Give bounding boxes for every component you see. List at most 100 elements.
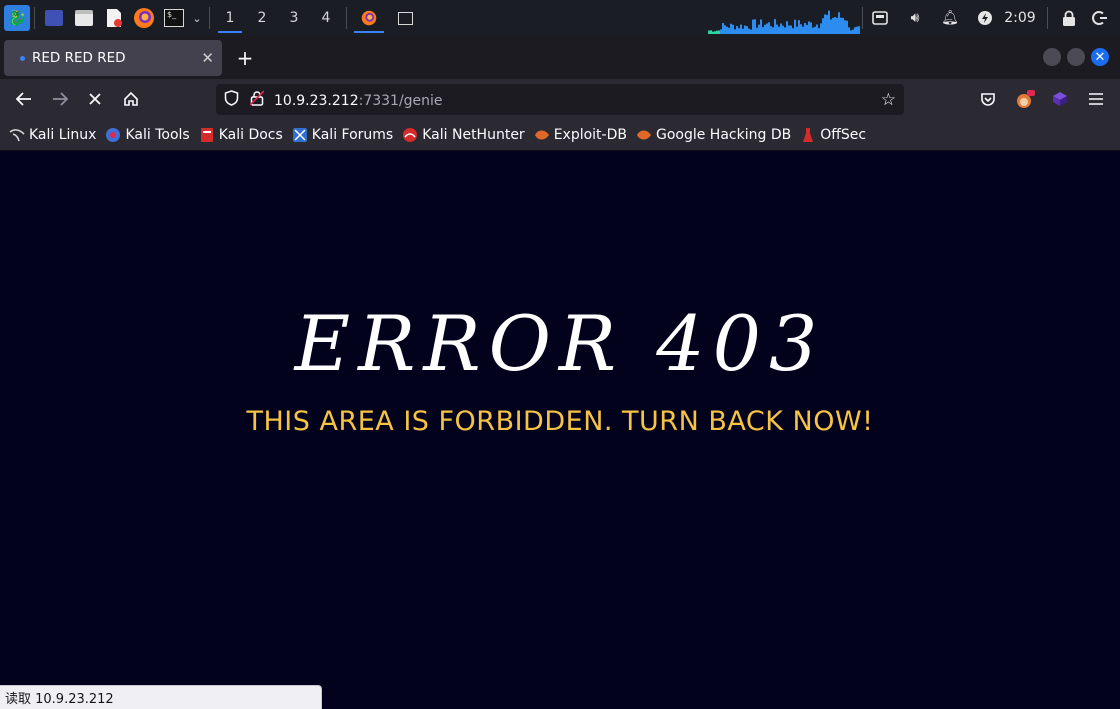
chevron-down-icon[interactable]: ⌄ (189, 0, 205, 36)
stop-loading-button[interactable] (80, 84, 110, 114)
cpu-graph-bar (848, 27, 850, 34)
cpu-graph-bar (814, 26, 816, 34)
kali-nethunter-icon (402, 127, 418, 143)
bookmark-kali-docs[interactable]: Kali Docs (199, 127, 283, 143)
workspace-1[interactable]: 1 (214, 0, 246, 36)
cpu-graph-bar (792, 28, 794, 34)
cpu-graph-bar (722, 22, 724, 34)
cpu-graph-bar (800, 24, 802, 34)
close-window-button[interactable]: ✕ (1091, 48, 1109, 66)
file-manager-icon[interactable] (69, 0, 99, 36)
logout-icon[interactable] (1088, 0, 1112, 36)
lock-screen-icon[interactable] (1057, 0, 1081, 36)
workspace-2[interactable]: 2 (246, 0, 278, 36)
volume-icon[interactable]: 🔊︎ (903, 0, 927, 36)
cpu-graph-bar (844, 20, 846, 34)
cpu-graph-bar (822, 18, 824, 34)
cpu-graph-bar (728, 27, 730, 34)
cpu-graph-bar (770, 26, 772, 34)
cpu-graph-bar (762, 27, 764, 34)
workspace-label: 2 (257, 10, 267, 26)
workspace-label: 1 (225, 10, 235, 26)
firefox-launcher-icon[interactable] (129, 0, 159, 36)
bookmark-kali-forums[interactable]: Kali Forums (292, 127, 393, 143)
cpu-graph-bar (824, 14, 826, 34)
cpu-graph-bar (840, 17, 842, 34)
cpu-graph-bar (758, 24, 760, 34)
browser-tab[interactable]: RED RED RED ✕ (4, 40, 222, 76)
bookmark-kali-linux[interactable]: Kali Linux (9, 127, 96, 143)
cpu-graph-bar (812, 27, 814, 34)
text-editor-icon[interactable] (99, 0, 129, 36)
kali-menu-icon[interactable]: 🐉 (4, 5, 30, 31)
status-bar: 读取 10.9.23.212 (0, 685, 322, 709)
notifications-icon[interactable]: 🔔︎ (938, 0, 962, 36)
terminal-icon (397, 11, 413, 25)
workspace-4[interactable]: 4 (310, 0, 342, 36)
workspace-3[interactable]: 3 (278, 0, 310, 36)
cpu-graph-bar (714, 31, 716, 34)
show-desktop-icon[interactable] (39, 0, 69, 36)
power-manager-icon[interactable] (973, 0, 997, 36)
cpu-graph-bar (718, 30, 720, 34)
cpu-graph-bar (828, 10, 830, 34)
bookmark-label: Kali Linux (29, 127, 97, 143)
offsec-icon (800, 127, 816, 143)
cpu-graph-bar (744, 25, 746, 34)
firefox-window-button[interactable] (351, 0, 387, 36)
bookmark-offsec[interactable]: OffSec (800, 127, 866, 143)
insecure-connection-lock-icon[interactable] (249, 89, 266, 110)
minimize-window-button[interactable] (1043, 48, 1061, 66)
cpu-graph-bar (756, 27, 758, 34)
maximize-window-button[interactable] (1067, 48, 1085, 66)
cpu-graph-bar (856, 26, 858, 34)
network-icon[interactable] (868, 0, 892, 36)
url-bar[interactable]: 10.9.23.212:7331/genie ☆ (216, 84, 904, 115)
foxyproxy-extension-icon[interactable] (1010, 84, 1040, 114)
cpu-graph-bar (804, 22, 806, 34)
cpu-graph-bar (732, 24, 734, 34)
url-text[interactable]: 10.9.23.212:7331/genie (274, 90, 443, 109)
extension-cube-icon[interactable] (1045, 84, 1075, 114)
clock-time: 2:09 (1004, 10, 1036, 26)
cpu-graph-bar (826, 14, 828, 34)
cpu-graph-bar (834, 17, 836, 34)
workspace-label: 3 (289, 10, 299, 26)
bookmark-label: Kali Tools (125, 127, 190, 143)
pocket-icon[interactable] (973, 84, 1003, 114)
cpu-graph-bar (820, 23, 822, 34)
cpu-graph-bar (784, 27, 786, 34)
cpu-graph-bar (858, 26, 860, 34)
page-content: ERROR 403 THIS AREA IS FORBIDDEN. TURN B… (0, 151, 1120, 709)
cpu-graph-bar (832, 17, 834, 34)
cpu-graph-bar (782, 25, 784, 34)
bookmark-kali-tools[interactable]: Kali Tools (105, 127, 190, 143)
exploit-db-icon (534, 127, 550, 143)
home-button[interactable] (116, 84, 146, 114)
url-path: :7331/genie (358, 93, 443, 109)
cpu-graph-bar (776, 24, 778, 34)
tracking-protection-shield-icon[interactable] (224, 89, 240, 110)
cpu-graph-bar (712, 31, 714, 34)
cpu-graph-bar (836, 17, 838, 34)
bookmark-exploit-db[interactable]: Exploit-DB (534, 127, 627, 143)
bookmark-label: Google Hacking DB (655, 127, 792, 143)
tab-close-icon[interactable]: ✕ (201, 49, 214, 67)
error-subtitle: THIS AREA IS FORBIDDEN. TURN BACK NOW! (246, 406, 874, 437)
cpu-graph-bar (708, 30, 710, 34)
forward-button[interactable] (45, 84, 75, 114)
app-menu-icon[interactable] (1081, 84, 1111, 114)
terminal-launcher-icon[interactable]: $_ (159, 0, 189, 36)
cpu-graph-bar (726, 26, 728, 34)
bookmark-kali-nethunter[interactable]: Kali NetHunter (402, 127, 525, 143)
error-title: ERROR 403 (294, 299, 826, 388)
back-button[interactable] (9, 84, 39, 114)
bookmark-star-icon[interactable]: ☆ (881, 90, 896, 110)
bookmark-google-hacking-db[interactable]: Google Hacking DB (636, 127, 791, 143)
bookmark-label: Kali Docs (218, 127, 283, 143)
terminal-window-button[interactable] (387, 0, 423, 36)
cpu-graph-bar (766, 23, 768, 34)
cpu-graph-bar (796, 26, 798, 34)
new-tab-button[interactable]: + (232, 40, 258, 76)
clock[interactable]: 2:09 (1000, 0, 1040, 36)
